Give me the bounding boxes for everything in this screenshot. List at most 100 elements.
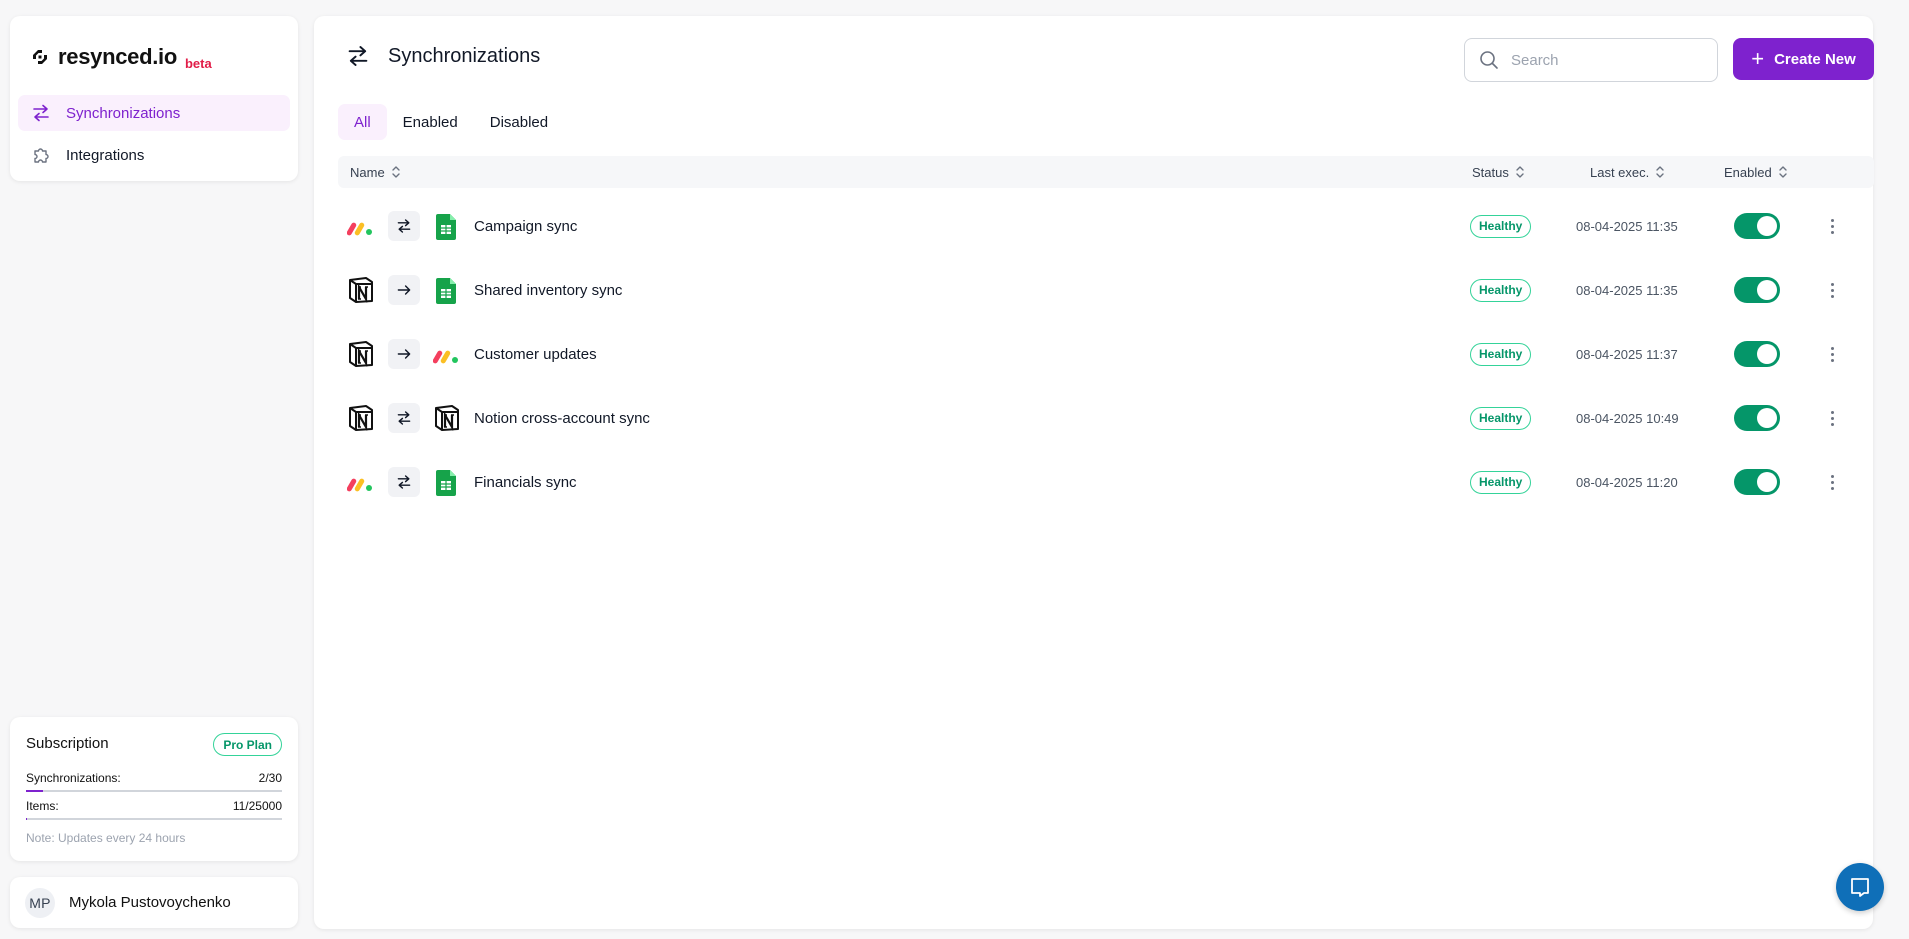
user-name: Mykola Pustovoychenko bbox=[69, 894, 231, 911]
table-row[interactable]: Shared inventory sync Healthy 08-04-2025… bbox=[338, 258, 1874, 322]
chat-launcher-button[interactable] bbox=[1836, 863, 1884, 911]
table-row[interactable]: Campaign sync Healthy 08-04-2025 11:35 bbox=[338, 194, 1874, 258]
sheets-icon bbox=[432, 467, 462, 497]
arrow-right-icon bbox=[388, 339, 420, 369]
more-options-icon[interactable] bbox=[1822, 278, 1842, 302]
search-box[interactable] bbox=[1464, 38, 1718, 82]
plus-icon: + bbox=[1751, 46, 1765, 71]
column-label: Name bbox=[350, 164, 385, 180]
status-badge: Healthy bbox=[1470, 470, 1532, 494]
puzzle-icon bbox=[30, 144, 52, 166]
status-badge: Healthy bbox=[1470, 342, 1532, 366]
arrows-exchange-icon bbox=[388, 403, 420, 433]
sidebar-item-integrations[interactable]: Integrations bbox=[18, 137, 290, 173]
arrows-exchange-icon bbox=[388, 467, 420, 497]
last-exec-time: 08-04-2025 10:49 bbox=[1576, 410, 1679, 426]
column-name-header[interactable]: Name bbox=[350, 156, 401, 188]
sync-usage-bar bbox=[26, 790, 282, 792]
page-title: Synchronizations bbox=[388, 44, 541, 67]
arrows-exchange-icon bbox=[346, 44, 370, 68]
sync-usage-fill bbox=[26, 790, 44, 792]
monday-icon bbox=[346, 467, 376, 497]
brand-logo[interactable]: resynced.io beta bbox=[30, 44, 212, 71]
filter-tabs: All Enabled Disabled bbox=[338, 104, 564, 140]
last-exec-time: 08-04-2025 11:20 bbox=[1576, 474, 1678, 490]
sort-icon bbox=[1516, 166, 1524, 178]
status-badge: Healthy bbox=[1470, 278, 1532, 302]
notion-icon bbox=[346, 339, 376, 369]
usage-note: Note: Updates every 24 hours bbox=[26, 831, 186, 845]
enabled-toggle[interactable] bbox=[1734, 213, 1780, 239]
arrows-exchange-icon bbox=[30, 102, 52, 124]
table-header: Name Status Last exec. Enabled bbox=[338, 156, 1874, 188]
notion-icon bbox=[346, 403, 376, 433]
sidebar: resynced.io beta Synchronizations Integr… bbox=[10, 16, 298, 181]
sort-icon bbox=[1779, 166, 1787, 178]
enabled-toggle[interactable] bbox=[1734, 469, 1780, 495]
notion-icon bbox=[432, 403, 462, 433]
user-menu[interactable]: MP Mykola Pustovoychenko bbox=[10, 877, 298, 928]
items-usage-label: Items: bbox=[26, 799, 59, 813]
status-badge: Healthy bbox=[1470, 406, 1532, 430]
status-badge: Healthy bbox=[1470, 214, 1532, 238]
arrows-exchange-icon bbox=[388, 211, 420, 241]
sync-usage-label: Synchronizations: bbox=[26, 771, 121, 785]
monday-icon bbox=[346, 211, 376, 241]
more-options-icon[interactable] bbox=[1822, 342, 1842, 366]
enabled-toggle[interactable] bbox=[1734, 405, 1780, 431]
tab-enabled[interactable]: Enabled bbox=[387, 104, 474, 140]
items-usage-value: 11/25000 bbox=[232, 799, 282, 813]
sort-icon bbox=[1656, 166, 1664, 178]
subscription-title: Subscription bbox=[26, 735, 109, 752]
search-input[interactable] bbox=[1511, 51, 1701, 69]
sync-name[interactable]: Shared inventory sync bbox=[474, 282, 622, 299]
page-header: Synchronizations bbox=[346, 44, 540, 68]
column-last-exec-header[interactable]: Last exec. bbox=[1590, 156, 1665, 188]
sheets-icon bbox=[432, 275, 462, 305]
notion-icon bbox=[346, 275, 376, 305]
beta-tag: beta bbox=[184, 56, 212, 71]
last-exec-time: 08-04-2025 11:35 bbox=[1576, 282, 1678, 298]
last-exec-time: 08-04-2025 11:35 bbox=[1576, 218, 1678, 234]
create-new-label: Create New bbox=[1774, 50, 1856, 68]
sync-name[interactable]: Notion cross-account sync bbox=[474, 410, 650, 427]
search-icon bbox=[1480, 51, 1498, 69]
arrow-right-icon bbox=[388, 275, 420, 305]
column-label: Last exec. bbox=[1590, 164, 1650, 180]
sync-usage-value: 2/30 bbox=[258, 771, 282, 785]
items-usage-bar bbox=[26, 818, 282, 820]
sidebar-item-label: Synchronizations bbox=[66, 104, 181, 122]
sync-usage-row: Synchronizations: 2/30 bbox=[26, 771, 282, 785]
column-enabled-header[interactable]: Enabled bbox=[1724, 156, 1788, 188]
table-row[interactable]: Customer updates Healthy 08-04-2025 11:3… bbox=[338, 322, 1874, 386]
column-status-header[interactable]: Status bbox=[1472, 156, 1525, 188]
subscription-card: Subscription Pro Plan Synchronizations: … bbox=[10, 717, 298, 861]
more-options-icon[interactable] bbox=[1822, 406, 1842, 430]
create-new-button[interactable]: + Create New bbox=[1733, 38, 1874, 80]
more-options-icon[interactable] bbox=[1822, 214, 1842, 238]
chat-bubble-icon bbox=[1851, 878, 1869, 897]
tab-disabled[interactable]: Disabled bbox=[474, 104, 564, 140]
monday-icon bbox=[432, 339, 462, 369]
sync-name[interactable]: Customer updates bbox=[474, 346, 597, 363]
sync-name[interactable]: Campaign sync bbox=[474, 218, 577, 235]
sidebar-item-synchronizations[interactable]: Synchronizations bbox=[18, 95, 290, 131]
table-row[interactable]: Notion cross-account sync Healthy 08-04-… bbox=[338, 386, 1874, 450]
sheets-icon bbox=[432, 211, 462, 241]
column-label: Enabled bbox=[1724, 164, 1772, 180]
sync-name[interactable]: Financials sync bbox=[474, 474, 577, 491]
more-options-icon[interactable] bbox=[1822, 470, 1842, 494]
sort-icon bbox=[391, 166, 400, 178]
plan-badge: Pro Plan bbox=[213, 733, 282, 756]
items-usage-row: Items: 11/25000 bbox=[26, 799, 282, 813]
column-label: Status bbox=[1472, 164, 1509, 180]
brand-name: resynced.io bbox=[58, 44, 177, 69]
last-exec-time: 08-04-2025 11:37 bbox=[1576, 346, 1678, 362]
enabled-toggle[interactable] bbox=[1734, 341, 1780, 367]
sidebar-item-label: Integrations bbox=[66, 146, 145, 164]
enabled-toggle[interactable] bbox=[1734, 277, 1780, 303]
resynced-logo-icon bbox=[33, 50, 47, 64]
tab-all[interactable]: All bbox=[338, 104, 387, 140]
table-row[interactable]: Financials sync Healthy 08-04-2025 11:20 bbox=[338, 450, 1874, 514]
avatar: MP bbox=[25, 887, 55, 918]
